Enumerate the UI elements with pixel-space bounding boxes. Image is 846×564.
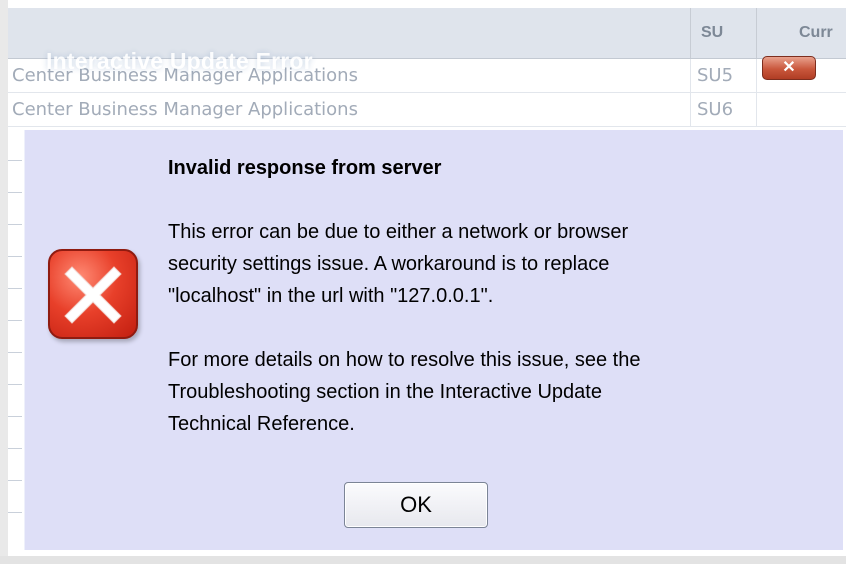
row-su-value: SU5	[690, 59, 756, 92]
row-divider	[8, 224, 22, 225]
error-x-icon	[48, 249, 138, 339]
row-divider	[8, 352, 22, 353]
error-description: This error can be due to either a networ…	[168, 216, 628, 312]
column-header-su[interactable]: SU	[690, 8, 756, 58]
troubleshooting-note-line: For more details on how to resolve this …	[168, 349, 641, 371]
row-divider	[8, 160, 22, 161]
dialog-title: Interactive Update Error	[46, 48, 313, 74]
row-divider	[8, 192, 22, 193]
row-su-value: SU6	[690, 93, 756, 126]
table-row[interactable]: Center Business Manager Applications SU6	[8, 93, 846, 127]
row-divider	[8, 512, 22, 513]
row-divider	[8, 320, 22, 321]
column-header-name[interactable]: n	[8, 8, 38, 58]
row-application-name: Center Business Manager Applications	[12, 99, 358, 120]
column-header-current[interactable]: Curr	[756, 8, 846, 58]
row-current-cell	[756, 93, 846, 126]
error-description-line: This error can be due to either a networ…	[168, 221, 629, 243]
error-description-line: "localhost" in the url with "127.0.0.1".	[168, 285, 494, 307]
close-x-icon: ✕	[782, 59, 796, 76]
ok-button[interactable]: OK	[344, 482, 488, 528]
row-divider	[8, 448, 22, 449]
troubleshooting-note-line: Technical Reference.	[168, 413, 355, 435]
row-divider	[8, 288, 22, 289]
dialog-close-button[interactable]: ✕	[762, 56, 816, 80]
row-divider	[8, 384, 22, 385]
row-divider	[8, 416, 22, 417]
troubleshooting-note-line: Troubleshooting section in the Interacti…	[168, 381, 602, 403]
error-heading: Invalid response from server	[168, 157, 442, 179]
troubleshooting-note: For more details on how to resolve this …	[168, 344, 640, 440]
app-window: n SU Curr Center Business Manager Applic…	[0, 0, 846, 564]
error-description-line: security settings issue. A workaround is…	[168, 253, 610, 275]
row-divider	[8, 256, 22, 257]
row-divider	[8, 480, 22, 481]
window-bottom-frame	[0, 556, 846, 564]
window-left-frame	[0, 0, 8, 564]
